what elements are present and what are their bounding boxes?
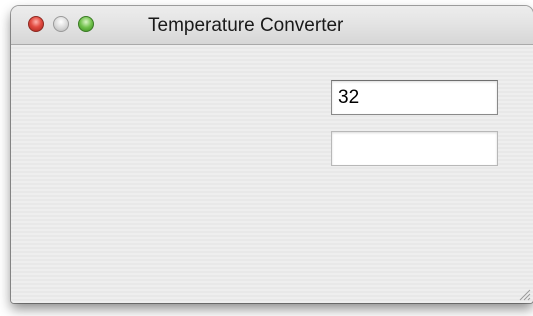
minimize-button-icon[interactable] bbox=[53, 16, 69, 32]
window-title: Temperature Converter bbox=[148, 15, 344, 36]
app-window: Temperature Converter bbox=[11, 6, 533, 303]
first-temperature-field[interactable] bbox=[331, 80, 498, 115]
resize-grip-icon[interactable] bbox=[517, 287, 531, 301]
close-button-icon[interactable] bbox=[28, 16, 44, 32]
second-temperature-field[interactable] bbox=[331, 131, 498, 166]
title-bar[interactable]: Temperature Converter bbox=[11, 6, 533, 45]
window-content bbox=[11, 45, 533, 303]
zoom-button-icon[interactable] bbox=[78, 16, 94, 32]
